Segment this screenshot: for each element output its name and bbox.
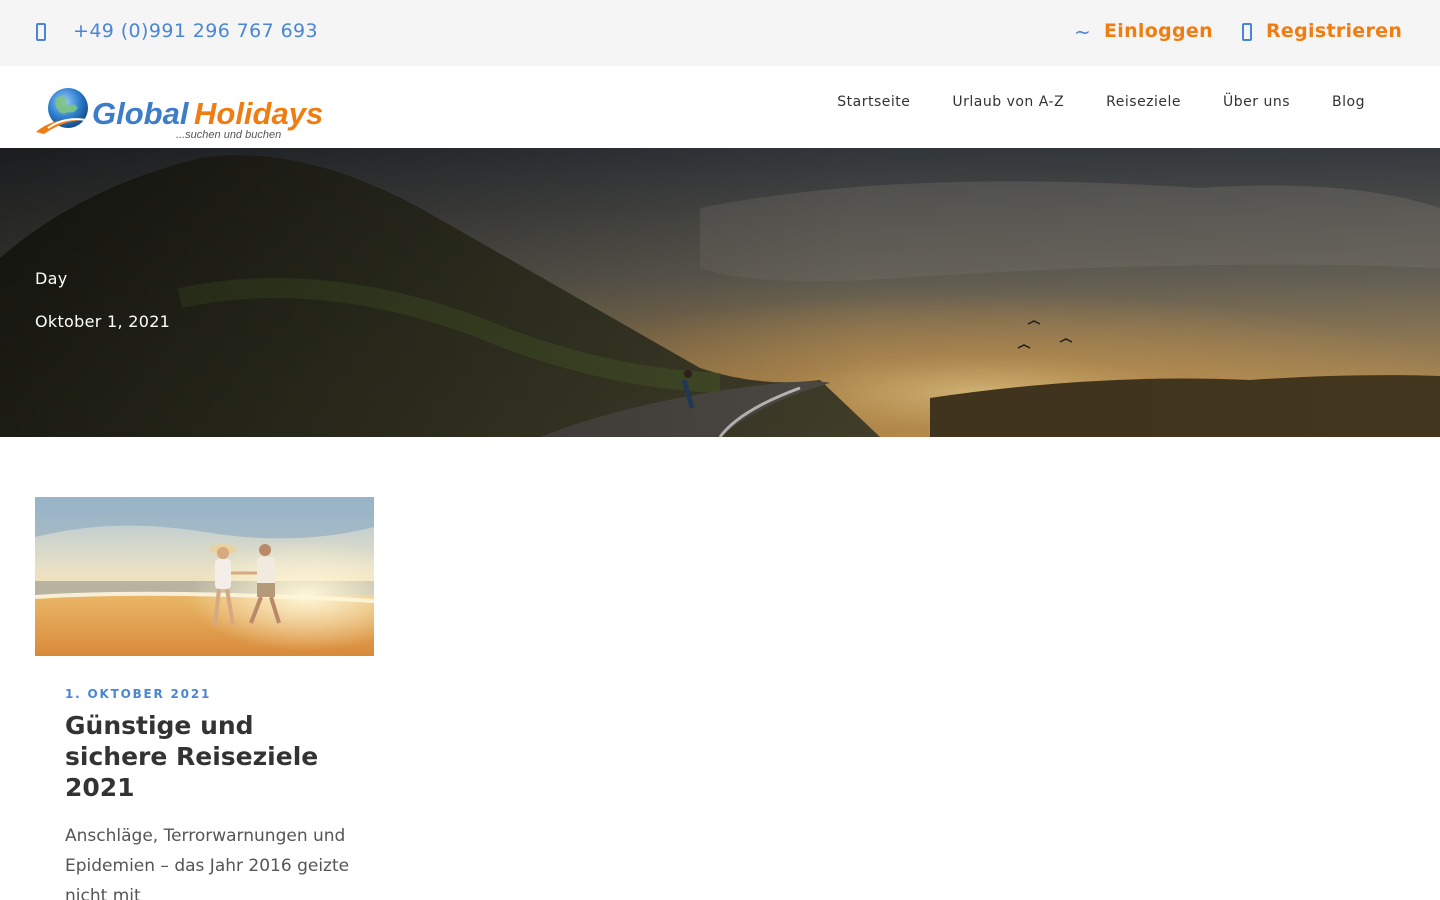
phone-number-link[interactable]: +49 (0)991 296 767 693 xyxy=(73,20,318,42)
register-link[interactable]: Registrieren xyxy=(1266,20,1402,42)
post-title-link[interactable]: Günstige und sichere Reiseziele 2021 xyxy=(65,710,345,803)
nav-item-blog[interactable]: Blog xyxy=(1332,94,1365,110)
site-header: Global Holidays ...suchen und buchen Sta… xyxy=(0,66,1440,148)
top-bar: +49 (0)991 296 767 693 ~ Einloggen Regis… xyxy=(0,0,1440,66)
nav-item-urlaub-von-a-z[interactable]: Urlaub von A-Z xyxy=(952,94,1064,110)
nav-item-startseite[interactable]: Startseite xyxy=(837,94,910,110)
register-icon[interactable] xyxy=(1241,22,1253,42)
blog-post-card: 1. Oktober 2021 Günstige und sichere Rei… xyxy=(35,497,374,900)
nav-item-ueber-uns[interactable]: Über uns xyxy=(1223,94,1290,110)
post-thumbnail-image[interactable] xyxy=(35,497,374,656)
login-icon[interactable]: ~ xyxy=(1074,20,1091,44)
post-excerpt: Anschläge, Terrorwarnungen und Epidemien… xyxy=(65,826,350,900)
hero-banner: Day Oktober 1, 2021 xyxy=(0,148,1440,437)
post-date: 1. Oktober 2021 xyxy=(65,687,212,701)
svg-text:Holidays: Holidays xyxy=(194,96,323,131)
phone-icon xyxy=(35,22,47,42)
site-logo[interactable]: Global Holidays ...suchen und buchen xyxy=(34,86,339,142)
main-navigation: Startseite Urlaub von A-Z Reiseziele Übe… xyxy=(795,94,1365,110)
nav-item-reiseziele[interactable]: Reiseziele xyxy=(1106,94,1181,110)
hero-background-image xyxy=(0,148,1440,437)
hero-date: Oktober 1, 2021 xyxy=(35,312,171,331)
login-link[interactable]: Einloggen xyxy=(1104,20,1213,42)
svg-text:...suchen und buchen: ...suchen und buchen xyxy=(176,129,281,141)
svg-text:Global: Global xyxy=(92,96,190,131)
hero-title: Day xyxy=(35,269,68,288)
